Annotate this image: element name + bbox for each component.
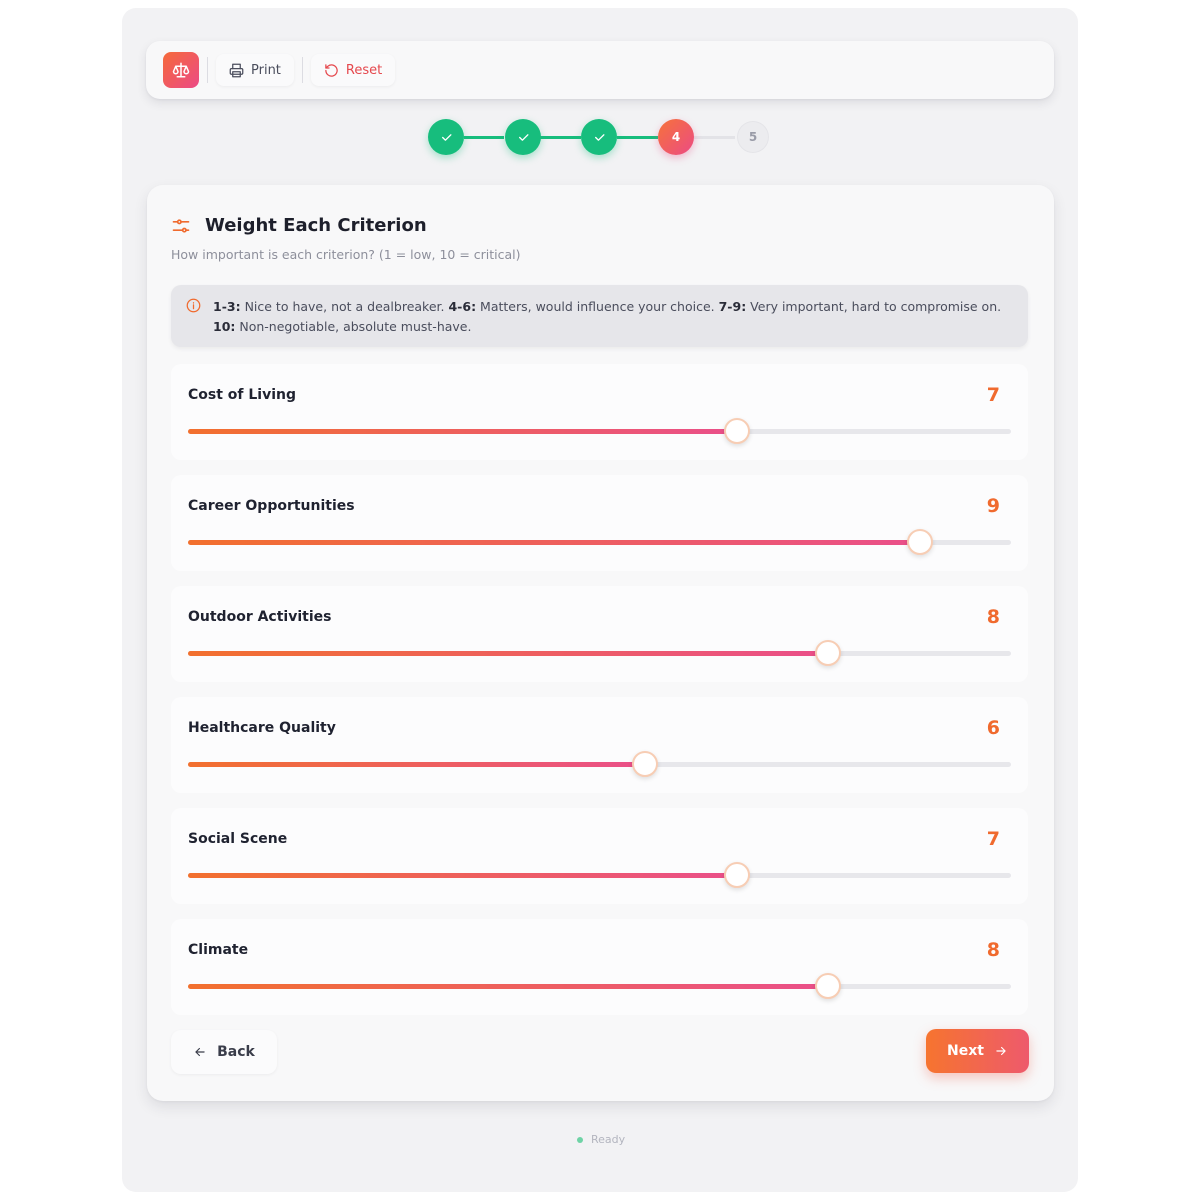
criterion-value: 8 (986, 606, 1000, 628)
next-button[interactable]: Next (926, 1029, 1029, 1073)
card-subtitle: How important is each criterion? (1 = lo… (171, 247, 521, 262)
print-button[interactable]: Print (216, 54, 294, 86)
app-window: Print Reset 4 5 Weight Each Criterion Ho… (122, 8, 1078, 1192)
slider-thumb[interactable] (632, 751, 658, 777)
check-icon (594, 133, 605, 141)
criterion-value: 7 (986, 384, 1000, 406)
criterion-row: Healthcare Quality 6 (171, 697, 1028, 793)
weight-slider[interactable] (188, 640, 1011, 666)
arrow-right-icon (996, 1046, 1006, 1056)
slider-fill (188, 540, 920, 545)
weight-slider[interactable] (188, 751, 1011, 777)
info-text-2: Matters, would influence your choice. (476, 299, 719, 314)
step-connector (694, 136, 735, 139)
criterion-label: Career Opportunities (188, 498, 355, 514)
undo-icon (325, 63, 338, 77)
step-connector (617, 136, 658, 139)
criterion-label: Climate (188, 942, 249, 958)
criterion-label: Social Scene (188, 831, 288, 847)
next-label: Next (947, 1043, 984, 1059)
slider-thumb[interactable] (815, 973, 841, 999)
criterion-label: Outdoor Activities (188, 609, 332, 625)
criterion-row: Cost of Living 7 (171, 364, 1028, 460)
weight-slider[interactable] (188, 973, 1011, 999)
slider-thumb[interactable] (907, 529, 933, 555)
info-icon (186, 298, 201, 313)
slider-fill (188, 762, 645, 767)
scale-icon (163, 52, 199, 88)
info-range-4: 10: (213, 319, 236, 334)
stepper: 4 5 (428, 118, 772, 158)
slider-thumb[interactable] (724, 418, 750, 444)
step-4[interactable]: 4 (658, 119, 694, 155)
weight-slider[interactable] (188, 862, 1011, 888)
back-button[interactable]: Back (171, 1030, 277, 1074)
back-label: Back (217, 1044, 255, 1060)
info-range-1: 1-3: (213, 299, 241, 314)
slider-fill (188, 984, 828, 989)
slider-thumb[interactable] (815, 640, 841, 666)
step-3[interactable] (581, 119, 617, 155)
reset-label: Reset (345, 62, 383, 78)
sliders-icon (172, 218, 190, 233)
criterion-label: Cost of Living (188, 387, 297, 403)
step-connector (540, 136, 581, 139)
slider-thumb[interactable] (724, 862, 750, 888)
criterion-row: Outdoor Activities 8 (171, 586, 1028, 682)
toolbar: Print Reset (146, 41, 1054, 99)
toolbar-divider (301, 57, 303, 83)
check-icon (441, 133, 452, 141)
step-1[interactable] (428, 119, 464, 155)
printer-icon (229, 63, 244, 77)
step-2[interactable] (505, 119, 541, 155)
criterion-value: 7 (986, 828, 1000, 850)
slider-fill (188, 873, 737, 878)
arrow-left-icon (195, 1047, 205, 1057)
criterion-value: 8 (986, 939, 1000, 961)
criterion-label: Healthcare Quality (188, 720, 336, 736)
toolbar-divider (207, 57, 208, 83)
criterion-row: Social Scene 7 (171, 808, 1028, 904)
weight-slider[interactable] (188, 418, 1011, 444)
status-text: Ready (591, 1133, 626, 1146)
criterion-value: 9 (986, 495, 1000, 517)
print-label: Print (251, 62, 281, 78)
card-title: Weight Each Criterion (205, 215, 427, 236)
criterion-row: Career Opportunities 9 (171, 475, 1028, 571)
criterion-value: 6 (986, 717, 1000, 739)
status-bar: Ready (577, 1133, 625, 1146)
reset-button[interactable]: Reset (310, 54, 396, 86)
step-connector (464, 136, 504, 139)
info-text-3: Very important, hard to compromise on. (746, 299, 1002, 314)
info-range-2: 4-6: (448, 299, 477, 314)
weights-card: Weight Each Criterion How important is e… (147, 185, 1054, 1101)
status-dot (577, 1136, 583, 1143)
weight-slider[interactable] (188, 529, 1011, 555)
check-icon (518, 133, 529, 141)
card-header: Weight Each Criterion (171, 215, 427, 236)
info-range-3: 7-9: (718, 299, 747, 314)
slider-fill (188, 429, 737, 434)
criterion-row: Climate 8 (171, 919, 1028, 1015)
info-banner: 1-3: Nice to have, not a dealbreaker. 4-… (171, 285, 1028, 347)
info-text-1: Nice to have, not a dealbreaker. (240, 299, 449, 314)
step-5[interactable]: 5 (735, 119, 771, 155)
slider-fill (188, 651, 828, 656)
info-text-4: Non-negotiable, absolute must-have. (235, 319, 472, 334)
